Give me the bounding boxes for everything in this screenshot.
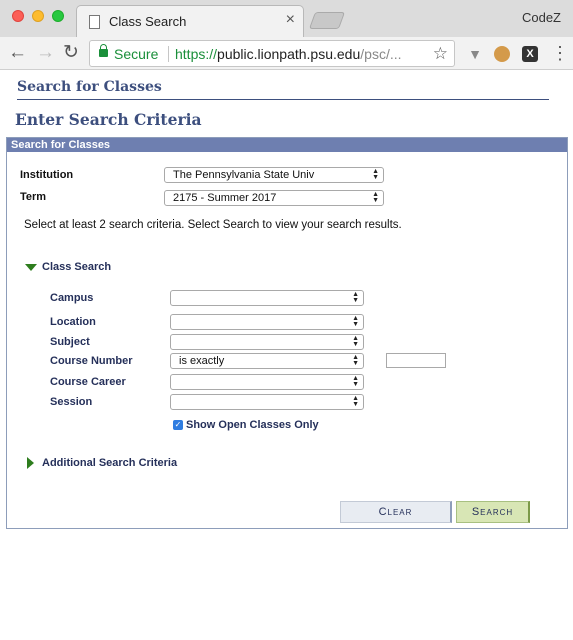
- term-select[interactable]: 2175 - Summer 2017 ▲ ▼: [164, 190, 384, 206]
- class-search-section-title[interactable]: Class Search: [42, 261, 111, 273]
- v-extension-icon[interactable]: ▼: [467, 46, 483, 62]
- course-career-select[interactable]: ▲ ▼: [170, 374, 364, 390]
- close-window-button[interactable]: [12, 10, 24, 22]
- institution-label: Institution: [20, 169, 74, 181]
- collapsed-triangle-icon[interactable]: [27, 457, 34, 469]
- show-open-classes-checkbox[interactable]: ✓: [173, 420, 183, 430]
- course-number-input[interactable]: [386, 353, 446, 368]
- search-button[interactable]: Search: [456, 501, 530, 523]
- profile-name[interactable]: CodeZ: [522, 10, 561, 25]
- url-host: public.lionpath.psu.edu: [217, 46, 361, 62]
- expanded-triangle-icon[interactable]: [25, 264, 37, 271]
- address-divider: [168, 46, 169, 62]
- course-number-label: Course Number: [50, 355, 133, 367]
- session-label: Session: [50, 396, 93, 408]
- additional-search-criteria-title[interactable]: Additional Search Criteria: [42, 457, 177, 469]
- header-divider: [17, 99, 549, 100]
- page-title: Enter Search Criteria: [15, 110, 202, 129]
- select-arrows-icon: ▲ ▼: [352, 315, 359, 328]
- document-icon: [89, 15, 100, 29]
- select-arrows-icon: ▲ ▼: [352, 375, 359, 388]
- star-icon[interactable]: ☆: [433, 44, 448, 64]
- panel-title: Search for Classes: [7, 138, 567, 152]
- location-label: Location: [50, 316, 96, 328]
- course-career-label: Course Career: [50, 376, 126, 388]
- course-number-operator-value: is exactly: [179, 355, 225, 367]
- url-scheme: https://: [175, 46, 218, 62]
- location-select[interactable]: ▲ ▼: [170, 314, 364, 330]
- subject-select[interactable]: ▲ ▼: [170, 334, 364, 350]
- select-arrows-icon: ▲ ▼: [372, 191, 379, 204]
- campus-select[interactable]: ▲ ▼: [170, 290, 364, 306]
- cookie-extension-icon[interactable]: [494, 46, 510, 62]
- lock-icon: [99, 44, 108, 57]
- url-path: /psc/...: [360, 46, 402, 62]
- campus-label: Campus: [50, 292, 94, 304]
- page-header: Search for Classes: [17, 79, 162, 95]
- minimize-window-button[interactable]: [32, 10, 44, 22]
- select-arrows-icon: ▲ ▼: [352, 395, 359, 408]
- secure-label: Secure: [114, 46, 159, 62]
- instruction-text: Select at least 2 search criteria. Selec…: [24, 219, 402, 231]
- select-arrows-icon: ▲ ▼: [352, 291, 359, 304]
- select-arrows-icon: ▲ ▼: [352, 335, 359, 348]
- course-number-operator-select[interactable]: is exactly ▲ ▼: [170, 353, 364, 369]
- institution-select[interactable]: The Pennsylvania State Univ ▲ ▼: [164, 167, 384, 183]
- session-select[interactable]: ▲ ▼: [170, 394, 364, 410]
- subject-label: Subject: [50, 336, 90, 348]
- back-icon[interactable]: ←: [8, 42, 27, 64]
- select-arrows-icon: ▲ ▼: [352, 354, 359, 367]
- browser-tab-bar: Class Search × CodeZ: [0, 0, 573, 37]
- tab-title: Class Search: [109, 14, 187, 29]
- menu-icon[interactable]: ⋮: [551, 43, 569, 64]
- forward-icon[interactable]: →: [36, 42, 55, 64]
- institution-value: The Pennsylvania State Univ: [173, 169, 315, 181]
- new-tab-button[interactable]: [308, 12, 346, 29]
- url-text: https://public.lionpath.psu.edu/psc/...: [175, 46, 402, 62]
- search-button-label: Search: [471, 506, 514, 518]
- browser-toolbar: ← → ↻ Secure https://public.lionpath.psu…: [0, 37, 573, 70]
- reload-icon[interactable]: ↻: [63, 42, 79, 64]
- show-open-classes-label[interactable]: Show Open Classes Only: [186, 419, 319, 431]
- address-bar[interactable]: Secure https://public.lionpath.psu.edu/p…: [89, 40, 455, 67]
- tab-close-icon[interactable]: ×: [286, 11, 295, 29]
- clear-button-label: Clear: [378, 506, 413, 518]
- maximize-window-button[interactable]: [52, 10, 64, 22]
- term-value: 2175 - Summer 2017: [173, 192, 277, 204]
- x-extension-icon[interactable]: X: [522, 46, 538, 62]
- clear-button[interactable]: Clear: [340, 501, 452, 523]
- browser-tab[interactable]: Class Search ×: [76, 5, 304, 37]
- term-label: Term: [20, 191, 47, 203]
- select-arrows-icon: ▲ ▼: [372, 168, 379, 181]
